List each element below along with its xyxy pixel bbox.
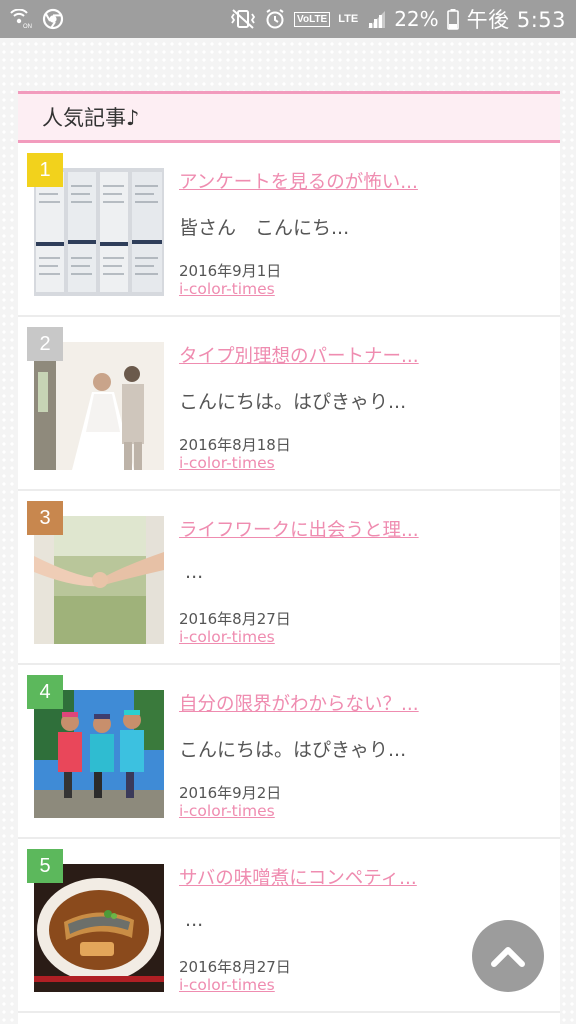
post-excerpt: こんにちは。はぴきゃり... (179, 739, 407, 761)
post-source-link[interactable]: i-color-times (179, 454, 275, 472)
thumbnail-saba-misoni-dish[interactable] (34, 864, 164, 992)
chrome-icon (42, 8, 64, 30)
hotspot-icon: ON (10, 9, 34, 29)
widget-title: 人気記事♪ (18, 91, 560, 143)
rank-badge: 5 (27, 849, 63, 883)
list-item: 4 自分の限界がわからない？... こんにちは。はぴきゃり... 2016年9月… (18, 665, 560, 839)
post-title-link[interactable]: アンケートを見るのが怖い... (179, 168, 418, 194)
battery-icon (446, 8, 459, 30)
post-date: 2016年9月2日 (179, 784, 282, 802)
scroll-to-top-button[interactable] (472, 920, 544, 992)
thumbnail-runners-group[interactable] (34, 690, 164, 818)
status-bar: ON VoLTE LTE 22% 午後 5:53 (0, 0, 576, 38)
chevron-up-icon (491, 947, 525, 967)
lte-icon: LTE (338, 13, 359, 25)
post-source-link[interactable]: i-color-times (179, 280, 275, 298)
post-title-link[interactable]: ライフワークに出会うと理... (179, 516, 419, 542)
status-bar-left: ON (10, 8, 64, 30)
battery-percent: 22% (394, 7, 439, 31)
signal-icon (366, 9, 386, 29)
post-date: 2016年8月27日 (179, 958, 291, 976)
clock: 午後 5:53 (466, 8, 566, 32)
post-excerpt: 皆さん こんにち... (179, 217, 350, 239)
svg-text:ON: ON (23, 24, 32, 29)
post-date: 2016年8月18日 (179, 436, 291, 454)
volte-icon: VoLTE (294, 11, 331, 27)
rank-badge: 1 (27, 153, 63, 187)
post-excerpt: ... (179, 561, 204, 583)
post-date: 2016年9月1日 (179, 262, 282, 280)
post-title-link[interactable]: サバの味噌煮にコンペティ... (179, 864, 417, 890)
rank-badge: 4 (27, 675, 63, 709)
post-source-link[interactable]: i-color-times (179, 976, 275, 994)
list-item: 5 サバの味噌煮にコンペティ... ... 2016年8月27日 i-color… (18, 839, 560, 1013)
post-excerpt: ... (179, 909, 204, 931)
status-bar-right: VoLTE LTE 22% 午後 5:53 (230, 4, 566, 34)
list-item: 3 ライフワークに出会うと理... ... 2016年8月27日 i-color… (18, 491, 560, 665)
rank-badge: 2 (27, 327, 63, 361)
post-source-link[interactable]: i-color-times (179, 628, 275, 646)
vibrate-icon (230, 8, 256, 30)
popular-posts-list: 1 アンケートを見るのが怖い... 皆さん こんにち... 2016年9月1日 … (18, 143, 560, 1013)
thumbnail-wedding-couple[interactable] (34, 342, 164, 470)
list-item: 1 アンケートを見るのが怖い... 皆さん こんにち... 2016年9月1日 … (18, 143, 560, 317)
post-date: 2016年8月27日 (179, 610, 291, 628)
post-title-link[interactable]: 自分の限界がわからない？... (179, 690, 419, 716)
post-excerpt: こんにちは。はぴきゃり... (179, 391, 407, 413)
rank-badge: 3 (27, 501, 63, 535)
post-title-link[interactable]: タイプ別理想のパートナー... (179, 342, 419, 368)
alarm-icon (264, 8, 286, 30)
list-item: 2 タイプ別理想のパートナー... こんにちは。はぴきゃり... 2016年8月 (18, 317, 560, 491)
thumbnail-survey-papers[interactable] (34, 168, 164, 296)
thumbnail-holding-hands[interactable] (34, 516, 164, 644)
popular-posts-widget: 人気記事♪ 1 アンケートを見るのが怖い... 皆さん こんにち... 2016… (18, 91, 560, 1024)
post-source-link[interactable]: i-color-times (179, 802, 275, 820)
